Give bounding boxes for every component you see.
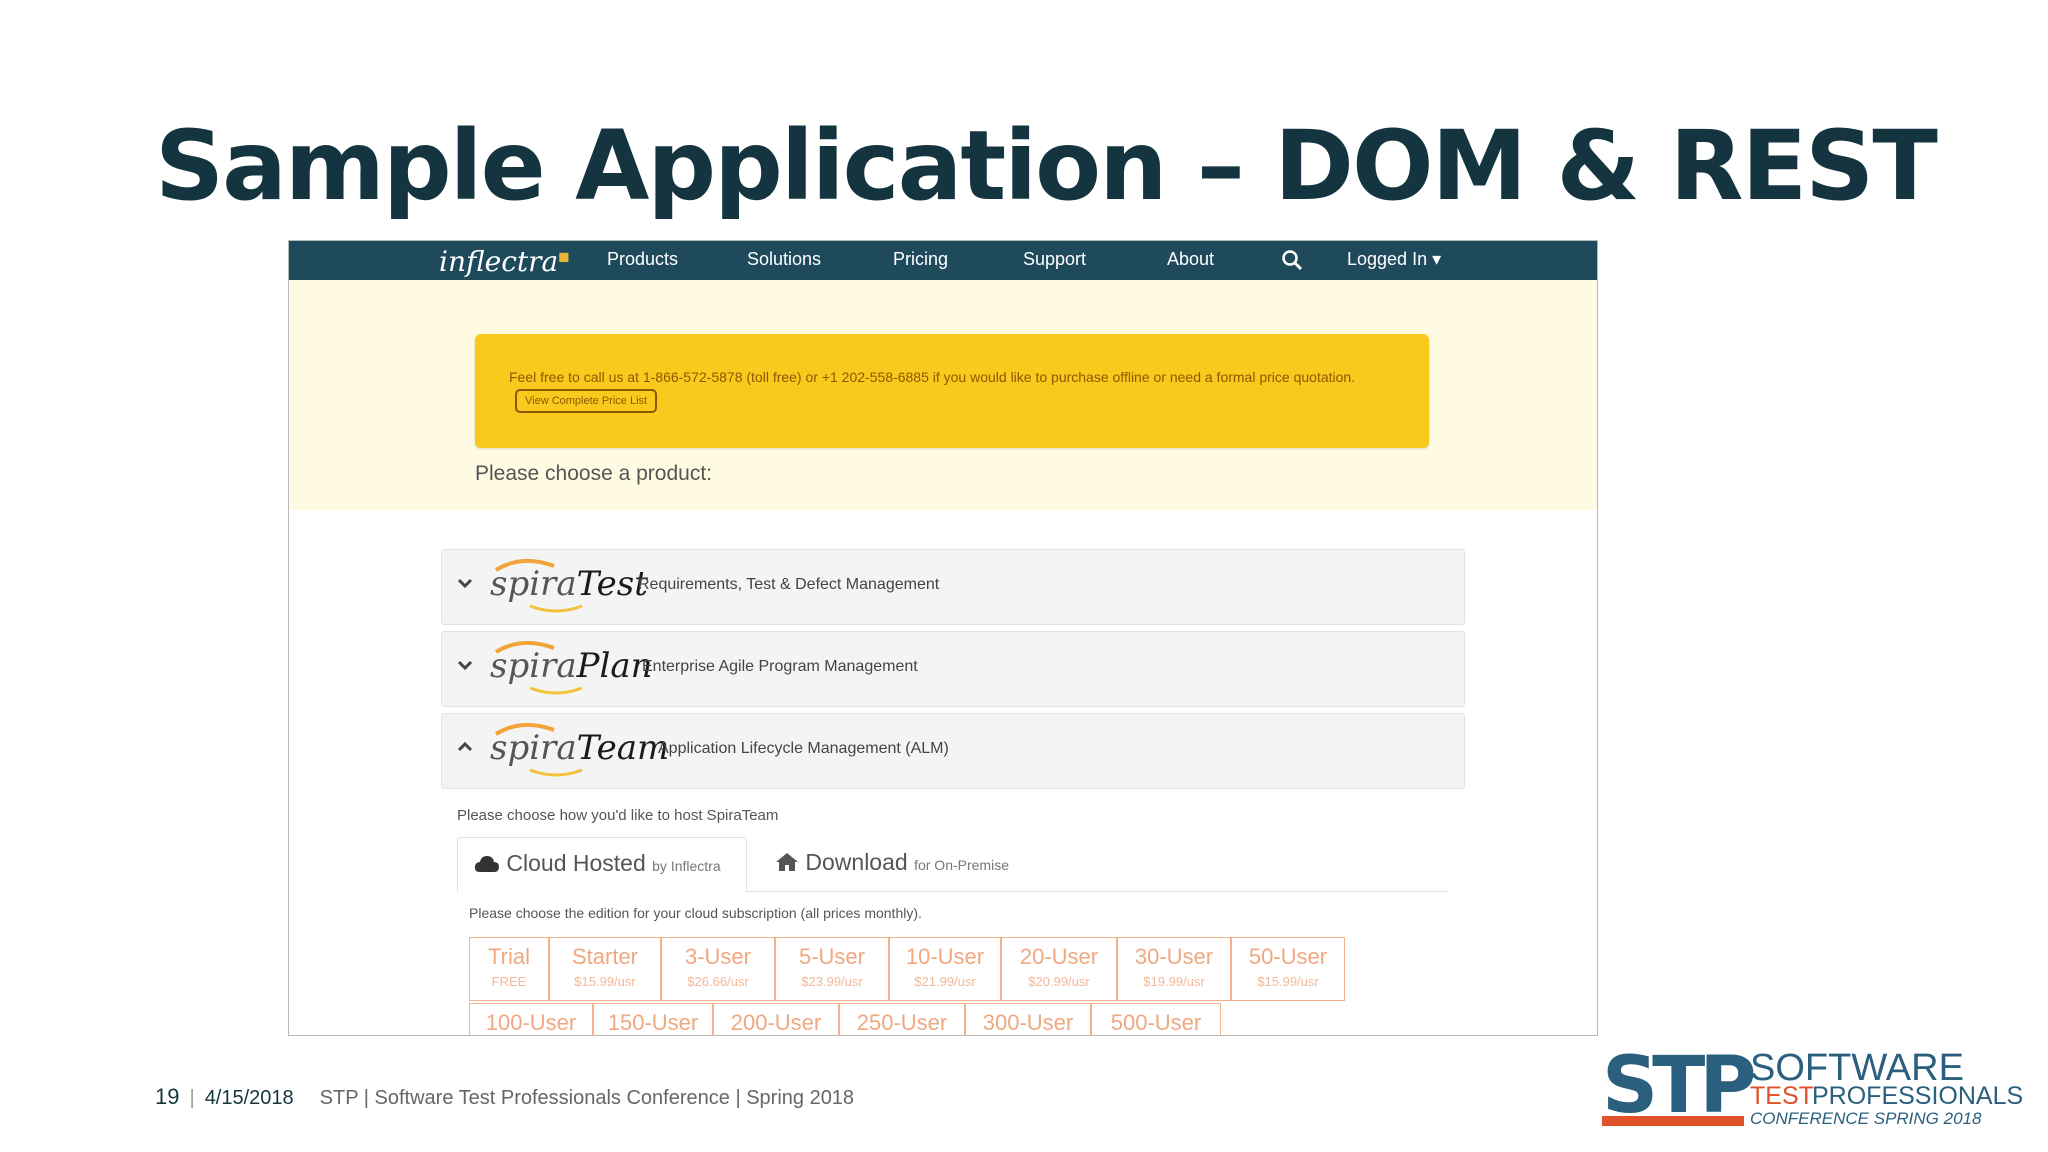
spiratest-logo: spiraTest	[490, 558, 648, 613]
edition-200-user[interactable]: 200-User	[713, 1003, 839, 1035]
edition-10-user[interactable]: 10-User $21.99/usr	[889, 937, 1001, 1001]
stp-conference-logo: STP SOFTWARE TEST PROFESSIONALS CONFEREN…	[1602, 1048, 2022, 1128]
edition-30-user[interactable]: 30-User $19.99/usr	[1117, 937, 1231, 1001]
footer-conference: STP | Software Test Professionals Confer…	[319, 1087, 855, 1109]
logo-arc	[494, 640, 555, 654]
nav-about[interactable]: About	[1167, 249, 1214, 270]
product-description: Application Lifecycle Management (ALM)	[658, 740, 949, 757]
nav-support[interactable]: Support	[1023, 249, 1086, 270]
edition-20-user[interactable]: 20-User $20.99/usr	[1001, 937, 1117, 1001]
product-spiratest[interactable]: spiraTest Requirements, Test & Defect Ma…	[441, 549, 1465, 625]
edition-100-user[interactable]: 100-User	[469, 1003, 593, 1035]
footer-date: 4/15/2018	[204, 1087, 294, 1109]
logo-arc	[494, 558, 555, 572]
slide-title: Sample Application – DOM & REST	[155, 110, 1938, 222]
edition-question: Please choose the edition for your cloud…	[469, 905, 922, 921]
logo-mark: ■	[558, 249, 570, 264]
edition-3-user[interactable]: 3-User $26.66/usr	[661, 937, 775, 1001]
product-spiraplan[interactable]: spiraPlan Enterprise Agile Program Manag…	[441, 631, 1465, 707]
nav-pricing[interactable]: Pricing	[893, 249, 948, 270]
logo-arc-bottom	[529, 768, 583, 777]
edition-50-user[interactable]: 50-User $15.99/usr	[1231, 937, 1345, 1001]
edition-5-user[interactable]: 5-User $23.99/usr	[775, 937, 889, 1001]
hero-section: Feel free to call us at 1-866-572-5878 (…	[289, 280, 1597, 510]
view-price-list-button[interactable]: View Complete Price List	[515, 389, 658, 414]
logo-arc-bottom	[529, 686, 583, 695]
edition-300-user[interactable]: 300-User	[965, 1003, 1091, 1035]
svg-text:CONFERENCE SPRING 2018: CONFERENCE SPRING 2018	[1750, 1109, 1982, 1128]
logo-arc	[494, 722, 555, 736]
svg-text:PROFESSIONALS: PROFESSIONALS	[1812, 1082, 2022, 1110]
product-description: Enterprise Agile Program Management	[642, 658, 918, 675]
slide-footer: 19 | 4/15/2018 STP | Software Test Professi…	[155, 1084, 854, 1110]
edition-150-user[interactable]: 150-User	[593, 1003, 713, 1035]
top-navbar: inflectra■ Products Solutions Pricing Su…	[289, 241, 1597, 280]
account-menu[interactable]: Logged In ▾	[1347, 249, 1441, 270]
notice-text: Feel free to call us at 1-866-572-5878 (…	[509, 369, 1356, 385]
search-icon[interactable]	[1281, 249, 1303, 271]
nav-products[interactable]: Products	[607, 249, 678, 270]
chevron-up-icon	[457, 741, 473, 752]
cloud-icon	[474, 856, 499, 872]
spiraplan-logo: spiraPlan	[490, 640, 653, 695]
edition-250-user[interactable]: 250-User	[839, 1003, 965, 1035]
edition-500-user[interactable]: 500-User	[1091, 1003, 1221, 1035]
caret-down-icon: ▾	[1432, 249, 1442, 269]
logo-arc-bottom	[529, 604, 583, 613]
chevron-down-icon	[457, 660, 473, 671]
edition-starter[interactable]: Starter $15.99/usr	[549, 937, 661, 1001]
app-screenshot: inflectra■ Products Solutions Pricing Su…	[288, 240, 1598, 1036]
spirateam-logo: spiraTeam	[490, 722, 669, 777]
nav-solutions[interactable]: Solutions	[747, 249, 821, 270]
edition-trial[interactable]: Trial FREE	[469, 937, 549, 1001]
tab-cloud-hosted[interactable]: Cloud Hosted by Inflectra	[457, 837, 747, 893]
chevron-down-icon	[457, 578, 473, 589]
product-description: Requirements, Test & Defect Management	[638, 576, 940, 593]
footer-separator: |	[189, 1087, 195, 1109]
page-number: 19	[155, 1084, 180, 1109]
svg-text:TEST: TEST	[1750, 1082, 1814, 1110]
hosting-question: Please choose how you'd like to host Spi…	[457, 807, 779, 824]
choose-product-label: Please choose a product:	[475, 462, 712, 485]
tab-download[interactable]: Download for On-Premise	[759, 837, 1059, 891]
contact-notice: Feel free to call us at 1-866-572-5878 (…	[475, 334, 1429, 448]
product-spirateam[interactable]: spiraTeam Application Lifecycle Manageme…	[441, 713, 1465, 789]
inflectra-logo[interactable]: inflectra■	[439, 245, 570, 278]
home-icon	[776, 853, 798, 871]
